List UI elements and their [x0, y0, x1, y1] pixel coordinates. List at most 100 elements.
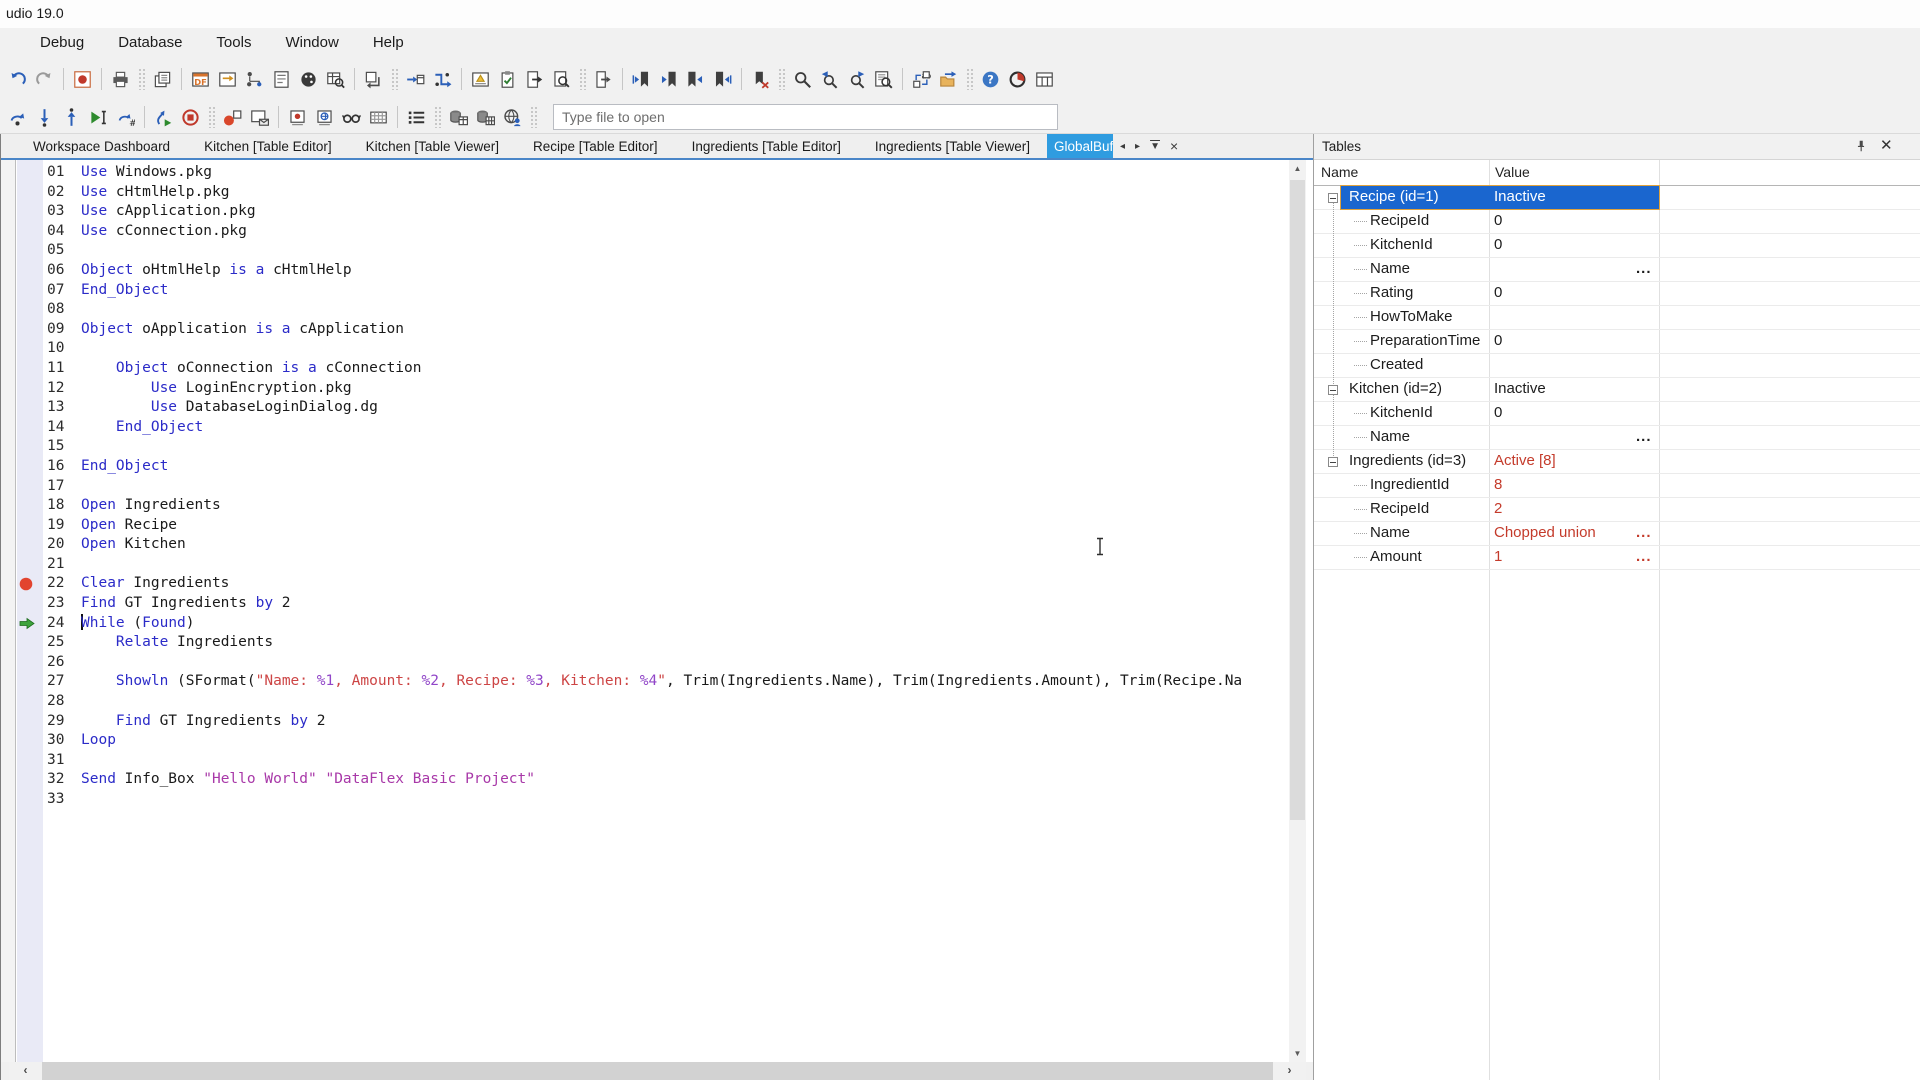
- validate-button[interactable]: [494, 66, 521, 92]
- scroll-up-arrow-icon[interactable]: ▲: [1289, 160, 1306, 177]
- step-over-button[interactable]: [4, 104, 31, 130]
- code-line-33[interactable]: 33: [1, 790, 1289, 810]
- code-line-10[interactable]: 10: [1, 339, 1289, 359]
- replace-button[interactable]: ab: [908, 66, 935, 92]
- code-line-12[interactable]: 12 Use LoginEncryption.pkg: [1, 379, 1289, 399]
- code-line-03[interactable]: 03Use cApplication.pkg: [1, 202, 1289, 222]
- menu-debug[interactable]: Debug: [28, 30, 96, 55]
- bookmark-last-button[interactable]: [709, 66, 736, 92]
- table-row-ingredientid[interactable]: IngredientId8: [1314, 474, 1920, 498]
- code-line-24[interactable]: 24While (Found): [1, 614, 1289, 634]
- find-button[interactable]: [789, 66, 816, 92]
- tree-collapse-icon[interactable]: [1328, 385, 1338, 395]
- code-line-04[interactable]: 04Use cConnection.pkg: [1, 222, 1289, 242]
- step-into-button[interactable]: [31, 104, 58, 130]
- table-row-preparationtime[interactable]: PreparationTime0: [1314, 330, 1920, 354]
- memory-window-button[interactable]: [365, 104, 392, 130]
- breakpoints-window-button[interactable]: [246, 104, 273, 130]
- toggle-breakpoint-button[interactable]: [219, 104, 246, 130]
- close-icon[interactable]: ✕: [1880, 136, 1893, 154]
- color-palette-button[interactable]: [295, 66, 322, 92]
- tab-ingredients-table-viewer[interactable]: Ingredients [Table Viewer]: [858, 134, 1047, 158]
- ellipsis-button[interactable]: ...: [1636, 524, 1652, 541]
- toolbar-grip[interactable]: [208, 106, 215, 128]
- table-row-howtomake[interactable]: HowToMake: [1314, 306, 1920, 330]
- quick-watch-button[interactable]: [338, 104, 365, 130]
- export-button[interactable]: [521, 66, 548, 92]
- find-prev-button[interactable]: [816, 66, 843, 92]
- undo-button[interactable]: [4, 66, 31, 92]
- help-button[interactable]: ?: [977, 66, 1004, 92]
- tab-list-icon[interactable]: ▼: [1145, 141, 1165, 152]
- code-line-06[interactable]: 06Object oHtmlHelp is a cHtmlHelp: [1, 261, 1289, 281]
- code-line-25[interactable]: 25 Relate Ingredients: [1, 633, 1289, 653]
- menu-database[interactable]: Database: [106, 30, 194, 55]
- table-row-ingredients-id-3[interactable]: Ingredients (id=3)Active [8]: [1314, 450, 1920, 474]
- toolbar-grip[interactable]: [778, 68, 785, 90]
- code-line-11[interactable]: 11 Object oConnection is a cConnection: [1, 359, 1289, 379]
- find-file-button[interactable]: [548, 66, 575, 92]
- code-line-26[interactable]: 26: [1, 653, 1289, 673]
- editor-vertical-scrollbar[interactable]: ▲ ▼: [1289, 160, 1306, 1062]
- toolbar-grip[interactable]: [966, 68, 973, 90]
- code-line-14[interactable]: 14 End_Object: [1, 418, 1289, 438]
- table-row-name[interactable]: Name...: [1314, 426, 1920, 450]
- object-tree-button[interactable]: [241, 66, 268, 92]
- tree-collapse-icon[interactable]: [1328, 457, 1338, 467]
- scroll-left-arrow-icon[interactable]: ‹: [9, 1062, 42, 1080]
- code-line-19[interactable]: 19Open Recipe: [1, 516, 1289, 536]
- tab-scroll-left-icon[interactable]: ◂: [1115, 141, 1130, 152]
- code-line-08[interactable]: 08: [1, 300, 1289, 320]
- record-macro-button[interactable]: [69, 66, 96, 92]
- toolbar-grip[interactable]: [391, 68, 398, 90]
- tab-ingredients-table-editor[interactable]: Ingredients [Table Editor]: [675, 134, 858, 158]
- code-line-17[interactable]: 17: [1, 477, 1289, 497]
- menu-help[interactable]: Help: [361, 30, 416, 55]
- call-stack-button[interactable]: [403, 104, 430, 130]
- code-line-07[interactable]: 07End_Object: [1, 281, 1289, 301]
- code-line-29[interactable]: 29 Find GT Ingredients by 2: [1, 712, 1289, 732]
- print-button[interactable]: [107, 66, 134, 92]
- toolbar-grip[interactable]: [579, 68, 586, 90]
- scroll-right-arrow-icon[interactable]: ›: [1273, 1062, 1306, 1080]
- run-project-button[interactable]: [402, 66, 429, 92]
- table-row-amount[interactable]: Amount1...: [1314, 546, 1920, 570]
- grid-view-button[interactable]: [1031, 66, 1058, 92]
- find-in-files-button[interactable]: [870, 66, 897, 92]
- new-window-button[interactable]: [360, 66, 387, 92]
- tab-globalbuf[interactable]: GlobalBuf: [1047, 134, 1113, 158]
- table-row-recipeid[interactable]: RecipeId0: [1314, 210, 1920, 234]
- replace-in-files-button[interactable]: [935, 66, 962, 92]
- tab-workspace-dashboard[interactable]: Workspace Dashboard: [16, 134, 187, 158]
- code-line-32[interactable]: 32Send Info_Box "Hello World" "DataFlex …: [1, 770, 1289, 790]
- code-line-23[interactable]: 23Find GT Ingredients by 2: [1, 594, 1289, 614]
- find-next-button[interactable]: [843, 66, 870, 92]
- bookmark-next-button[interactable]: [682, 66, 709, 92]
- goto-definition-button[interactable]: [590, 66, 617, 92]
- bookmark-first-button[interactable]: [628, 66, 655, 92]
- tab-scroll-right-icon[interactable]: ▸: [1130, 141, 1145, 152]
- view-switch-button[interactable]: [214, 66, 241, 92]
- code-line-02[interactable]: 02Use cHtmlHelp.pkg: [1, 183, 1289, 203]
- table-row-kitchenid[interactable]: KitchenId0: [1314, 234, 1920, 258]
- tab-close-icon[interactable]: ×: [1165, 138, 1183, 154]
- code-line-13[interactable]: 13 Use DatabaseLoginDialog.dg: [1, 398, 1289, 418]
- step-out-button[interactable]: [58, 104, 85, 130]
- tables-column-header[interactable]: Name Value: [1314, 160, 1920, 186]
- table-row-recipeid[interactable]: RecipeId2: [1314, 498, 1920, 522]
- dataflex-window-button[interactable]: DF: [187, 66, 214, 92]
- column-header-name[interactable]: Name: [1321, 164, 1358, 180]
- clear-bookmarks-button[interactable]: [747, 66, 774, 92]
- code-line-28[interactable]: 28: [1, 692, 1289, 712]
- table-lookup-button[interactable]: [322, 66, 349, 92]
- quick-open-input[interactable]: [553, 104, 1058, 130]
- table-row-kitchenid[interactable]: KitchenId0: [1314, 402, 1920, 426]
- editor-horizontal-scrollbar[interactable]: ‹ ›: [1, 1062, 1313, 1080]
- code-editor[interactable]: 01Use Windows.pkg02Use cHtmlHelp.pkg03Us…: [1, 160, 1313, 1062]
- table-row-kitchen-id-2[interactable]: Kitchen (id=2)Inactive: [1314, 378, 1920, 402]
- continue-debug-button[interactable]: [150, 104, 177, 130]
- tab-recipe-table-editor[interactable]: Recipe [Table Editor]: [516, 134, 675, 158]
- stop-debug-button[interactable]: [177, 104, 204, 130]
- copy-window-button[interactable]: [149, 66, 176, 92]
- run-to-cursor-button[interactable]: [85, 104, 112, 130]
